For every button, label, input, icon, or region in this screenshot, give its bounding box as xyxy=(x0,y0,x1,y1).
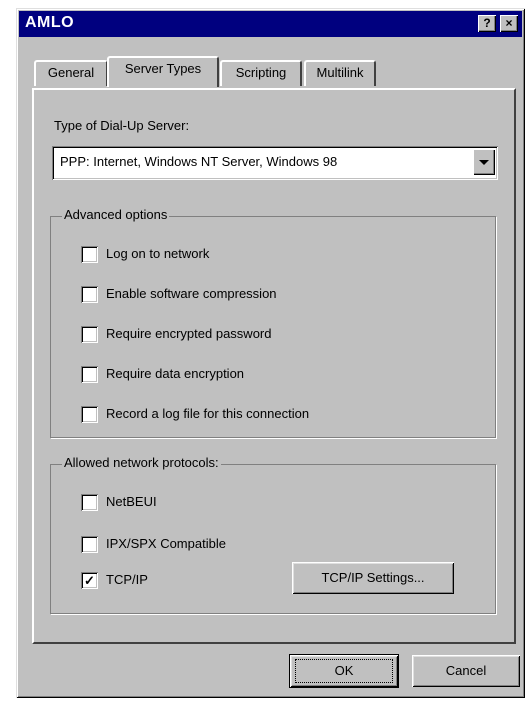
server-type-value: PPP: Internet, Windows NT Server, Window… xyxy=(60,154,338,169)
label-netbeui[interactable]: NetBEUI xyxy=(106,494,157,509)
label-tcp-ip[interactable]: TCP/IP xyxy=(106,572,148,587)
dropdown-arrow-button[interactable] xyxy=(473,149,495,175)
checkbox-software-compression[interactable] xyxy=(81,286,98,303)
checkbox-data-encryption[interactable] xyxy=(81,366,98,383)
checkbox-netbeui[interactable] xyxy=(81,494,98,511)
checkbox-ipx-spx[interactable] xyxy=(81,536,98,553)
label-ipx-spx[interactable]: IPX/SPX Compatible xyxy=(106,536,226,551)
advanced-options-legend: Advanced options xyxy=(62,207,170,222)
label-software-compression[interactable]: Enable software compression xyxy=(106,286,277,301)
label-encrypted-password[interactable]: Require encrypted password xyxy=(106,326,271,341)
label-data-encryption[interactable]: Require data encryption xyxy=(106,366,244,381)
focus-rectangle xyxy=(295,659,393,683)
protocols-legend: Allowed network protocols: xyxy=(62,455,221,470)
cancel-button[interactable]: Cancel xyxy=(412,655,520,687)
tcp-ip-settings-button[interactable]: TCP/IP Settings... xyxy=(292,562,454,594)
server-type-label: Type of Dial-Up Server: xyxy=(54,118,190,133)
server-type-dropdown[interactable]: PPP: Internet, Windows NT Server, Window… xyxy=(52,146,498,180)
ok-button[interactable]: OK xyxy=(289,654,399,688)
checkbox-tcp-ip[interactable]: ✓ xyxy=(81,572,98,589)
checkbox-log-on-network[interactable] xyxy=(81,246,98,263)
check-icon: ✓ xyxy=(84,573,95,588)
checkbox-encrypted-password[interactable] xyxy=(81,326,98,343)
cancel-label: Cancel xyxy=(445,663,487,678)
tcp-ip-settings-label: TCP/IP Settings... xyxy=(321,570,425,585)
label-log-on-network[interactable]: Log on to network xyxy=(106,246,209,261)
label-log-file[interactable]: Record a log file for this connection xyxy=(106,406,309,421)
panel-content: Type of Dial-Up Server: PPP: Internet, W… xyxy=(0,0,528,702)
checkbox-log-file[interactable] xyxy=(81,406,98,423)
